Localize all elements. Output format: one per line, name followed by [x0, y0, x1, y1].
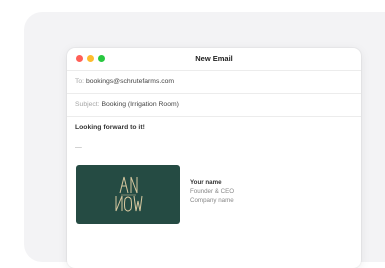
to-value[interactable]: bookings@schrutefarms.com	[86, 78, 174, 85]
signature-separator: —	[75, 144, 82, 151]
signature-role: Founder & CEO	[190, 188, 235, 195]
signature-logo	[76, 165, 180, 224]
subject-label: Subject:	[75, 101, 100, 108]
message-body[interactable]: Looking forward to it!	[75, 124, 145, 131]
subject-value[interactable]: Booking (Irrigation Room)	[101, 101, 178, 108]
title-bar: New Email	[67, 48, 361, 71]
subject-field[interactable]: Subject: Booking (Irrigation Room)	[67, 94, 361, 117]
signature-name: Your name	[190, 179, 222, 186]
to-field[interactable]: To: bookings@schrutefarms.com	[67, 71, 361, 94]
to-label: To:	[75, 78, 85, 85]
window-title: New Email	[195, 54, 233, 63]
logo-graphic	[115, 176, 143, 212]
signature-company: Company name	[190, 197, 234, 204]
email-compose-window: New Email To: bookings@schrutefarms.com …	[67, 48, 361, 268]
signature-details: Your name Founder & CEO Company name	[190, 178, 234, 205]
